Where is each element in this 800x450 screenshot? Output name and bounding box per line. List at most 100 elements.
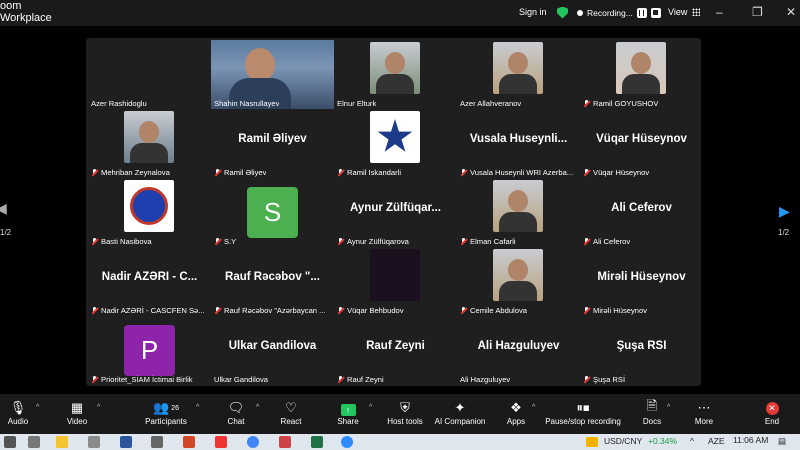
page-indicator-right: 1/2 bbox=[778, 228, 790, 237]
participants-options-chevron-icon[interactable]: ^ bbox=[196, 404, 199, 411]
participant-tile-azer-rashidoglu[interactable]: Azer Rashidoglu bbox=[88, 40, 211, 109]
share-label: Share bbox=[337, 417, 359, 426]
language-indicator[interactable]: AZE bbox=[708, 436, 725, 446]
participant-tile-prioritet-si-am-i-ctimai-birlik[interactable]: P Prioritet_SİAM İctimai Birlik bbox=[88, 316, 211, 385]
stop-recording-button[interactable] bbox=[650, 7, 661, 18]
participant-tile-basti-nasibova[interactable]: Basti Nasibova bbox=[88, 178, 211, 247]
pause-stop-recording-button[interactable]: ⏸⏹ Pause/stop recording bbox=[544, 399, 622, 426]
calculator-icon[interactable] bbox=[151, 436, 163, 448]
paint-icon[interactable] bbox=[88, 436, 100, 448]
docs-options-chevron-icon[interactable]: ^ bbox=[667, 404, 670, 411]
participant-name: Nadir AZƏRİ - CASCFEN Sə... bbox=[101, 306, 205, 315]
participant-tile-s-us-a-rsi[interactable]: Şuşa RSİ Şuşa RSİ bbox=[580, 316, 703, 385]
participant-tile-mehriban-zeynalova[interactable]: Mehriban Zeynalova bbox=[88, 109, 211, 178]
host-tools-button[interactable]: ⛨ Host tools bbox=[385, 399, 425, 426]
avatar-letter: P bbox=[124, 325, 175, 376]
tray-chevron-icon[interactable]: ^ bbox=[690, 436, 694, 446]
participant-tile-ulkar-gandilova[interactable]: Ulkar Gandilova Ulkar Gandilova bbox=[211, 316, 334, 385]
participant-tile-elnur-elturk[interactable]: Elnur Elturk bbox=[334, 40, 457, 109]
participant-name: Vüqar Behbudov bbox=[347, 306, 404, 315]
docs-button[interactable]: 🗎 Docs bbox=[640, 398, 664, 426]
participant-tile-s-y[interactable]: S S.Y bbox=[211, 178, 334, 247]
muted-microphone-icon bbox=[583, 307, 590, 314]
video-options-chevron-icon[interactable]: ^ bbox=[97, 404, 100, 411]
react-button[interactable]: ♡ React bbox=[276, 399, 306, 426]
file-explorer-icon[interactable] bbox=[56, 436, 68, 448]
powerpoint-icon[interactable] bbox=[183, 436, 195, 448]
signin-link[interactable]: Sign in bbox=[519, 7, 547, 17]
previous-page-icon[interactable]: ◀ bbox=[0, 200, 7, 217]
participants-count: 26 bbox=[171, 404, 179, 412]
task-view-icon[interactable] bbox=[4, 436, 16, 448]
participant-name: Cemile Abdulova bbox=[470, 306, 527, 315]
participant-tile-vusala-huseynli-wri-azerba[interactable]: Vusala Huseynli... Vusala Huseynli WRI Az… bbox=[457, 109, 580, 178]
participant-tile-rauf-r-c-bov-az-rbaycan[interactable]: Rauf Rəcəbov "... Rauf Rəcəbov "Azərbayca… bbox=[211, 247, 334, 316]
apps-icon: ❖ bbox=[510, 400, 522, 415]
app-icon[interactable] bbox=[279, 436, 291, 448]
avatar-letter: S bbox=[247, 187, 298, 238]
apps-options-chevron-icon[interactable]: ^ bbox=[532, 404, 535, 411]
video-button[interactable]: ▦ Video bbox=[64, 399, 90, 426]
participant-tile-ramil-goyushov[interactable]: Ramil GOYUSHOV bbox=[580, 40, 703, 109]
profile-photo bbox=[370, 249, 420, 301]
participant-name: Mehriban Zeynalova bbox=[101, 168, 170, 177]
zoom-taskbar-icon[interactable] bbox=[341, 436, 353, 448]
participant-tile-rauf-zeyni[interactable]: Rauf Zeyni Rauf Zeyni bbox=[334, 316, 457, 385]
participant-tile-ramil-liyev[interactable]: Ramil Əliyev Ramil Əliyev bbox=[211, 109, 334, 178]
participant-tile-nadir-az-ri-cascfen-s[interactable]: Nadir AZƏRİ - C... Nadir AZƏRİ - CASCFEN … bbox=[88, 247, 211, 316]
notification-icon[interactable]: ▤ bbox=[778, 436, 786, 447]
participant-tile-vu-qar-hu-seynov[interactable]: Vüqar Hüseynov Vüqar Hüseynov bbox=[580, 109, 703, 178]
end-label: End bbox=[764, 417, 780, 426]
apps-button[interactable]: ❖ Apps bbox=[503, 399, 529, 426]
participants-button[interactable]: 👥 26 Participants bbox=[143, 399, 189, 426]
participant-tile-azer-allahveranov[interactable]: Azer Allahveranov bbox=[457, 40, 580, 109]
ticker-change: +0.34% bbox=[648, 436, 678, 446]
participant-tile-aynur-zu-lfu-qarova[interactable]: Aynur Zülfüqar... Aynur Zülfüqarova bbox=[334, 178, 457, 247]
more-button[interactable]: ⋯ More bbox=[691, 399, 717, 426]
share-options-chevron-icon[interactable]: ^ bbox=[369, 404, 372, 411]
chat-button[interactable]: 🗨 Chat bbox=[222, 399, 250, 426]
participant-tile-ali-ceferov[interactable]: Ali Ceferov Ali Ceferov bbox=[580, 178, 703, 247]
clock-time[interactable]: 11:06 AM bbox=[733, 435, 768, 445]
view-button[interactable]: View bbox=[668, 7, 701, 17]
minimize-icon[interactable]: – bbox=[716, 5, 723, 19]
muted-microphone-icon bbox=[460, 238, 467, 245]
pause-recording-button[interactable] bbox=[636, 7, 647, 18]
word-icon[interactable] bbox=[120, 436, 132, 448]
participant-tile-cemile-abdulova[interactable]: Cemile Abdulova bbox=[457, 247, 580, 316]
muted-microphone-icon bbox=[214, 169, 221, 176]
participant-name: Ramil Iskandarli bbox=[347, 168, 402, 177]
ai-companion-button[interactable]: ✦ AI Companion bbox=[433, 399, 487, 426]
participant-name-label: Rauf Rəcəbov "Azərbaycan ... bbox=[214, 306, 325, 315]
participant-display-name: Vüqar Hüseynov bbox=[596, 133, 687, 145]
widgets-icon[interactable] bbox=[28, 436, 40, 448]
participant-tile-elman-cafarli[interactable]: Elman Cafarli bbox=[457, 178, 580, 247]
participant-tile-shahin-nasrullayev[interactable]: Shahin Nasrullayev bbox=[211, 40, 334, 109]
chat-options-chevron-icon[interactable]: ^ bbox=[256, 404, 259, 411]
recording-indicator: Recording... bbox=[557, 5, 661, 20]
participant-name-label: Ramil GOYUSHOV bbox=[583, 99, 658, 108]
share-button[interactable]: ↑ Share bbox=[333, 399, 363, 426]
next-page-icon[interactable]: ▶ bbox=[779, 203, 790, 220]
people-icon: 👥 bbox=[153, 400, 170, 415]
audio-options-chevron-icon[interactable]: ^ bbox=[36, 404, 39, 411]
excel-icon[interactable] bbox=[311, 436, 323, 448]
muted-microphone-icon bbox=[460, 169, 467, 176]
end-button[interactable]: ✕ End bbox=[760, 399, 784, 426]
video-gallery: Azer Rashidoglu Shahin Nasrullayev Elnur E… bbox=[86, 38, 701, 386]
participant-name-label: Rauf Zeyni bbox=[337, 375, 384, 384]
audio-button[interactable]: 🎙 Audio bbox=[6, 399, 30, 426]
participant-name-label: Elman Cafarli bbox=[460, 237, 516, 246]
muted-microphone-icon bbox=[337, 307, 344, 314]
muted-microphone-icon bbox=[460, 307, 467, 314]
participant-tile-ali-hazguluyev[interactable]: Ali Hazguluyev Ali Hazguluyev bbox=[457, 316, 580, 385]
participant-tile-ramil-iskandarli[interactable]: Ramil Iskandarli bbox=[334, 109, 457, 178]
participant-tile-mir-li-hu-seynov[interactable]: Mirəli Hüseynov Mirəli Hüseynov bbox=[580, 247, 703, 316]
chrome-icon[interactable] bbox=[247, 436, 259, 448]
pdf-icon[interactable] bbox=[215, 436, 227, 448]
profile-photo bbox=[493, 249, 543, 301]
restore-icon[interactable]: ❐ bbox=[752, 5, 763, 19]
participant-tile-vu-qar-behbudov[interactable]: Vüqar Behbudov bbox=[334, 247, 457, 316]
close-icon[interactable]: ✕ bbox=[786, 5, 796, 19]
host-tools-label: Host tools bbox=[387, 417, 423, 426]
